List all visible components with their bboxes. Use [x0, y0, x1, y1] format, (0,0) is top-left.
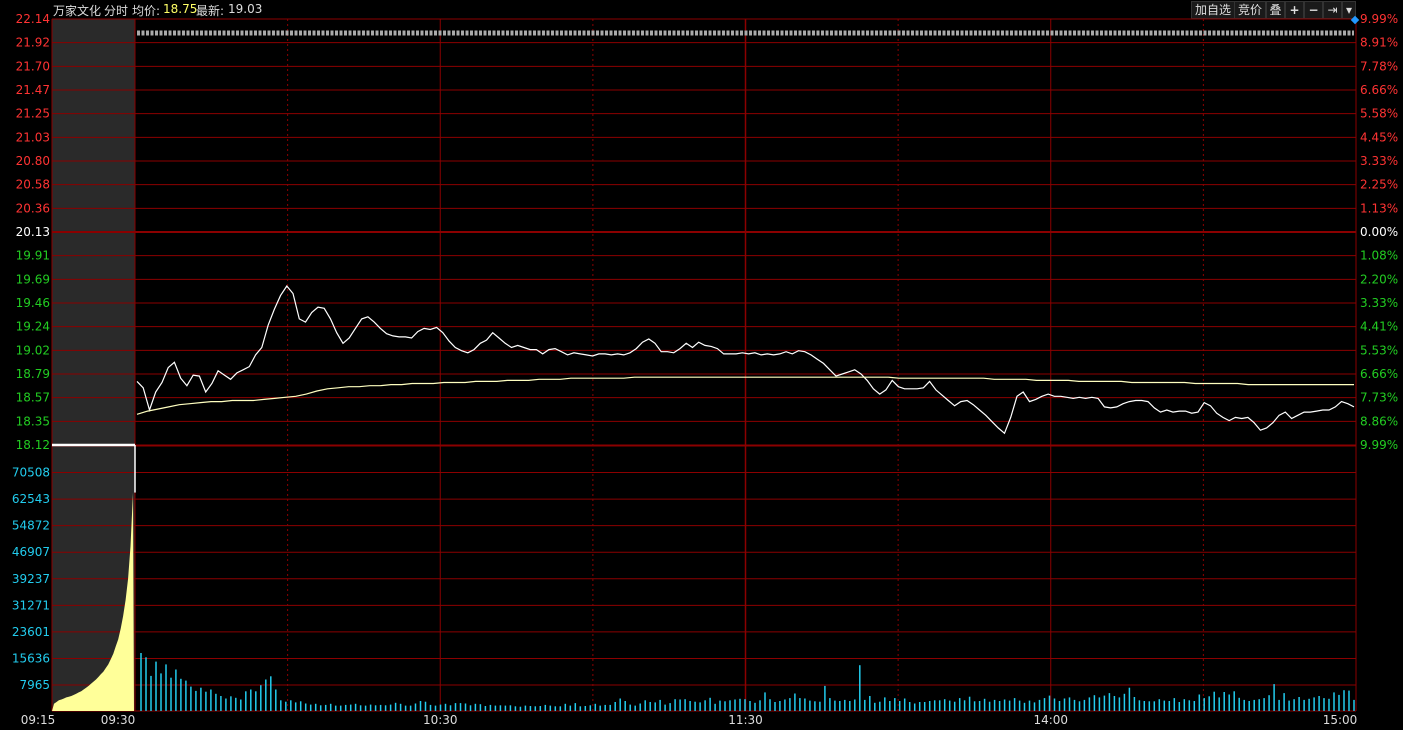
volume-tick-label: 23601	[12, 625, 50, 639]
price-tick-label: 18.79	[16, 367, 50, 381]
pct-tick-label: 8.86%	[1360, 414, 1398, 428]
pct-tick-label: 1.08%	[1360, 249, 1398, 263]
pct-tick-label: 6.66%	[1360, 367, 1398, 381]
pct-tick-label: 0.00%	[1360, 225, 1398, 239]
pct-tick-label: 5.53%	[1360, 343, 1398, 357]
pct-tick-label: 8.91%	[1360, 36, 1398, 50]
intraday-chart[interactable]: 22.14 9.99% 21.92 8.91% 21.70 7.78% 21.47 6.66%…	[0, 0, 1403, 730]
pct-tick-label: 5.58%	[1360, 107, 1398, 121]
pct-tick-label: 4.41%	[1360, 320, 1398, 334]
pct-tick-label: 4.45%	[1360, 130, 1398, 144]
price-tick-label: 20.58	[16, 178, 50, 192]
pct-tick-label: 3.33%	[1360, 296, 1398, 310]
volume-tick-label: 39237	[12, 572, 50, 586]
price-tick-label: 21.25	[16, 107, 50, 121]
price-tick-label: 19.46	[16, 296, 50, 310]
price-tick-label: 18.12	[16, 438, 50, 452]
price-tick-label: 20.36	[16, 201, 50, 215]
volume-tick-label: 62543	[12, 492, 50, 506]
pct-tick-label: 2.20%	[1360, 272, 1398, 286]
price-tick-label: 19.69	[16, 272, 50, 286]
price-tick-label: 21.47	[16, 83, 50, 97]
time-tick-label: 09:15	[21, 713, 56, 727]
price-tick-label: 21.70	[16, 59, 50, 73]
pct-tick-label: 9.99%	[1360, 12, 1398, 26]
limit-up-marker-icon	[1350, 15, 1360, 25]
volume-tick-label: 46907	[12, 545, 50, 559]
volume-tick-label: 7965	[19, 678, 50, 692]
price-tick-label: 22.14	[16, 12, 50, 26]
time-tick-label: 11:30	[728, 713, 763, 727]
pct-tick-label: 7.78%	[1360, 59, 1398, 73]
price-tick-label: 18.57	[16, 391, 50, 405]
price-tick-label: 20.80	[16, 154, 50, 168]
time-tick-label: 10:30	[423, 713, 458, 727]
price-tick-label: 21.03	[16, 130, 50, 144]
volume-tick-label: 54872	[12, 519, 50, 533]
auction-panel	[52, 19, 135, 711]
pct-tick-label: 2.25%	[1360, 178, 1398, 192]
time-tick-label: 14:00	[1033, 713, 1068, 727]
volume-tick-label: 70508	[12, 466, 50, 480]
pct-tick-label: 7.73%	[1360, 391, 1398, 405]
volume-tick-label: 31271	[12, 598, 50, 612]
pct-tick-label: 9.99%	[1360, 438, 1398, 452]
price-tick-label: 20.13	[16, 225, 50, 239]
price-tick-label: 21.92	[16, 36, 50, 50]
volume-tick-label: 15636	[12, 651, 50, 665]
pct-tick-label: 3.33%	[1360, 154, 1398, 168]
pct-tick-label: 6.66%	[1360, 83, 1398, 97]
price-tick-label: 19.91	[16, 249, 50, 263]
price-tick-label: 19.24	[16, 320, 50, 334]
time-tick-label: 15:00	[1323, 713, 1358, 727]
time-tick-label: 09:30	[101, 713, 136, 727]
price-tick-label: 19.02	[16, 343, 50, 357]
pct-tick-label: 1.13%	[1360, 201, 1398, 215]
price-tick-label: 18.35	[16, 414, 50, 428]
